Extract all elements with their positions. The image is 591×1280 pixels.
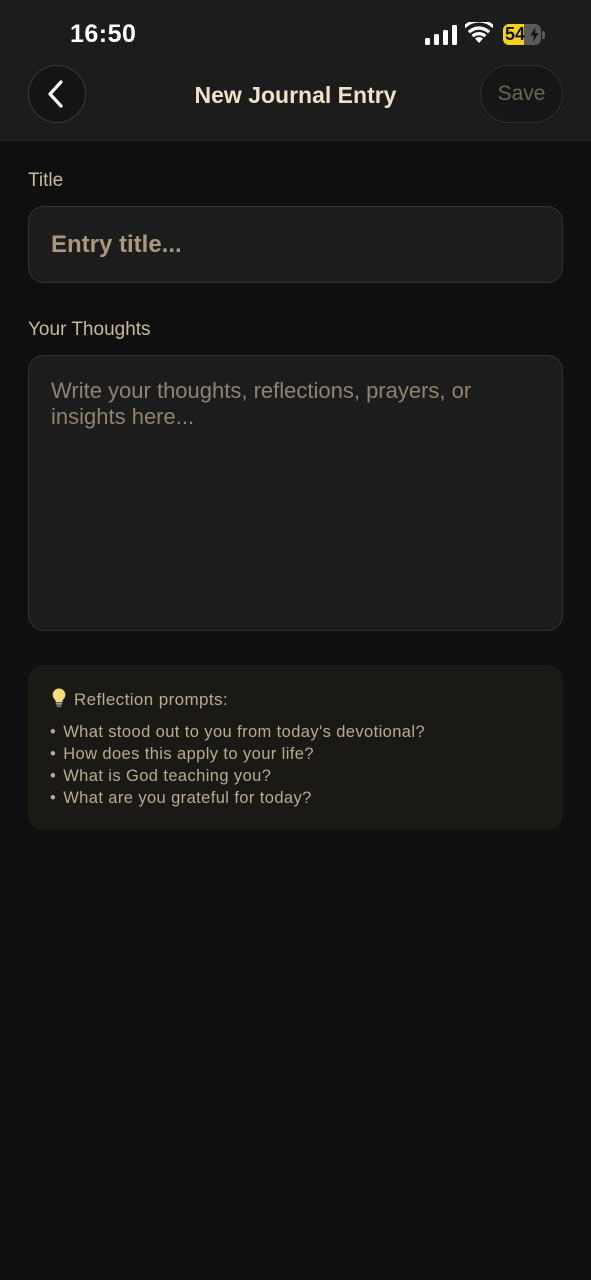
status-bar: 16:50 54: [0, 0, 591, 70]
title-input[interactable]: Entry title...: [28, 206, 563, 283]
thoughts-label: Your Thoughts: [28, 319, 151, 340]
bolt-icon: [530, 27, 539, 42]
signal-icon: [425, 25, 457, 45]
status-time: 16:50: [70, 20, 137, 48]
battery-level: 54: [505, 24, 526, 44]
prompts-header: Reflection prompts:: [52, 688, 228, 710]
save-button[interactable]: Save: [480, 65, 563, 123]
reflection-prompts-card: Reflection prompts: What stood out to yo…: [28, 665, 563, 830]
lightbulb-icon: [52, 688, 66, 708]
prompts-heading: Reflection prompts:: [74, 690, 229, 709]
prompt-list: What stood out to you from today's devot…: [50, 721, 425, 809]
wifi-icon: [465, 22, 493, 43]
prompt-item: How does this apply to your life?: [50, 743, 425, 765]
prompt-item: What are you grateful for today?: [50, 787, 425, 809]
nav-bar: New Journal Entry Save: [0, 65, 591, 141]
prompt-item: What stood out to you from today's devot…: [50, 721, 425, 743]
title-label: Title: [28, 170, 64, 191]
prompt-item: What is God teaching you?: [50, 765, 425, 787]
battery-tip: [542, 31, 545, 39]
battery-charging-icon: 54: [503, 24, 541, 45]
thoughts-textarea[interactable]: Write your thoughts, reflections, prayer…: [28, 355, 563, 631]
